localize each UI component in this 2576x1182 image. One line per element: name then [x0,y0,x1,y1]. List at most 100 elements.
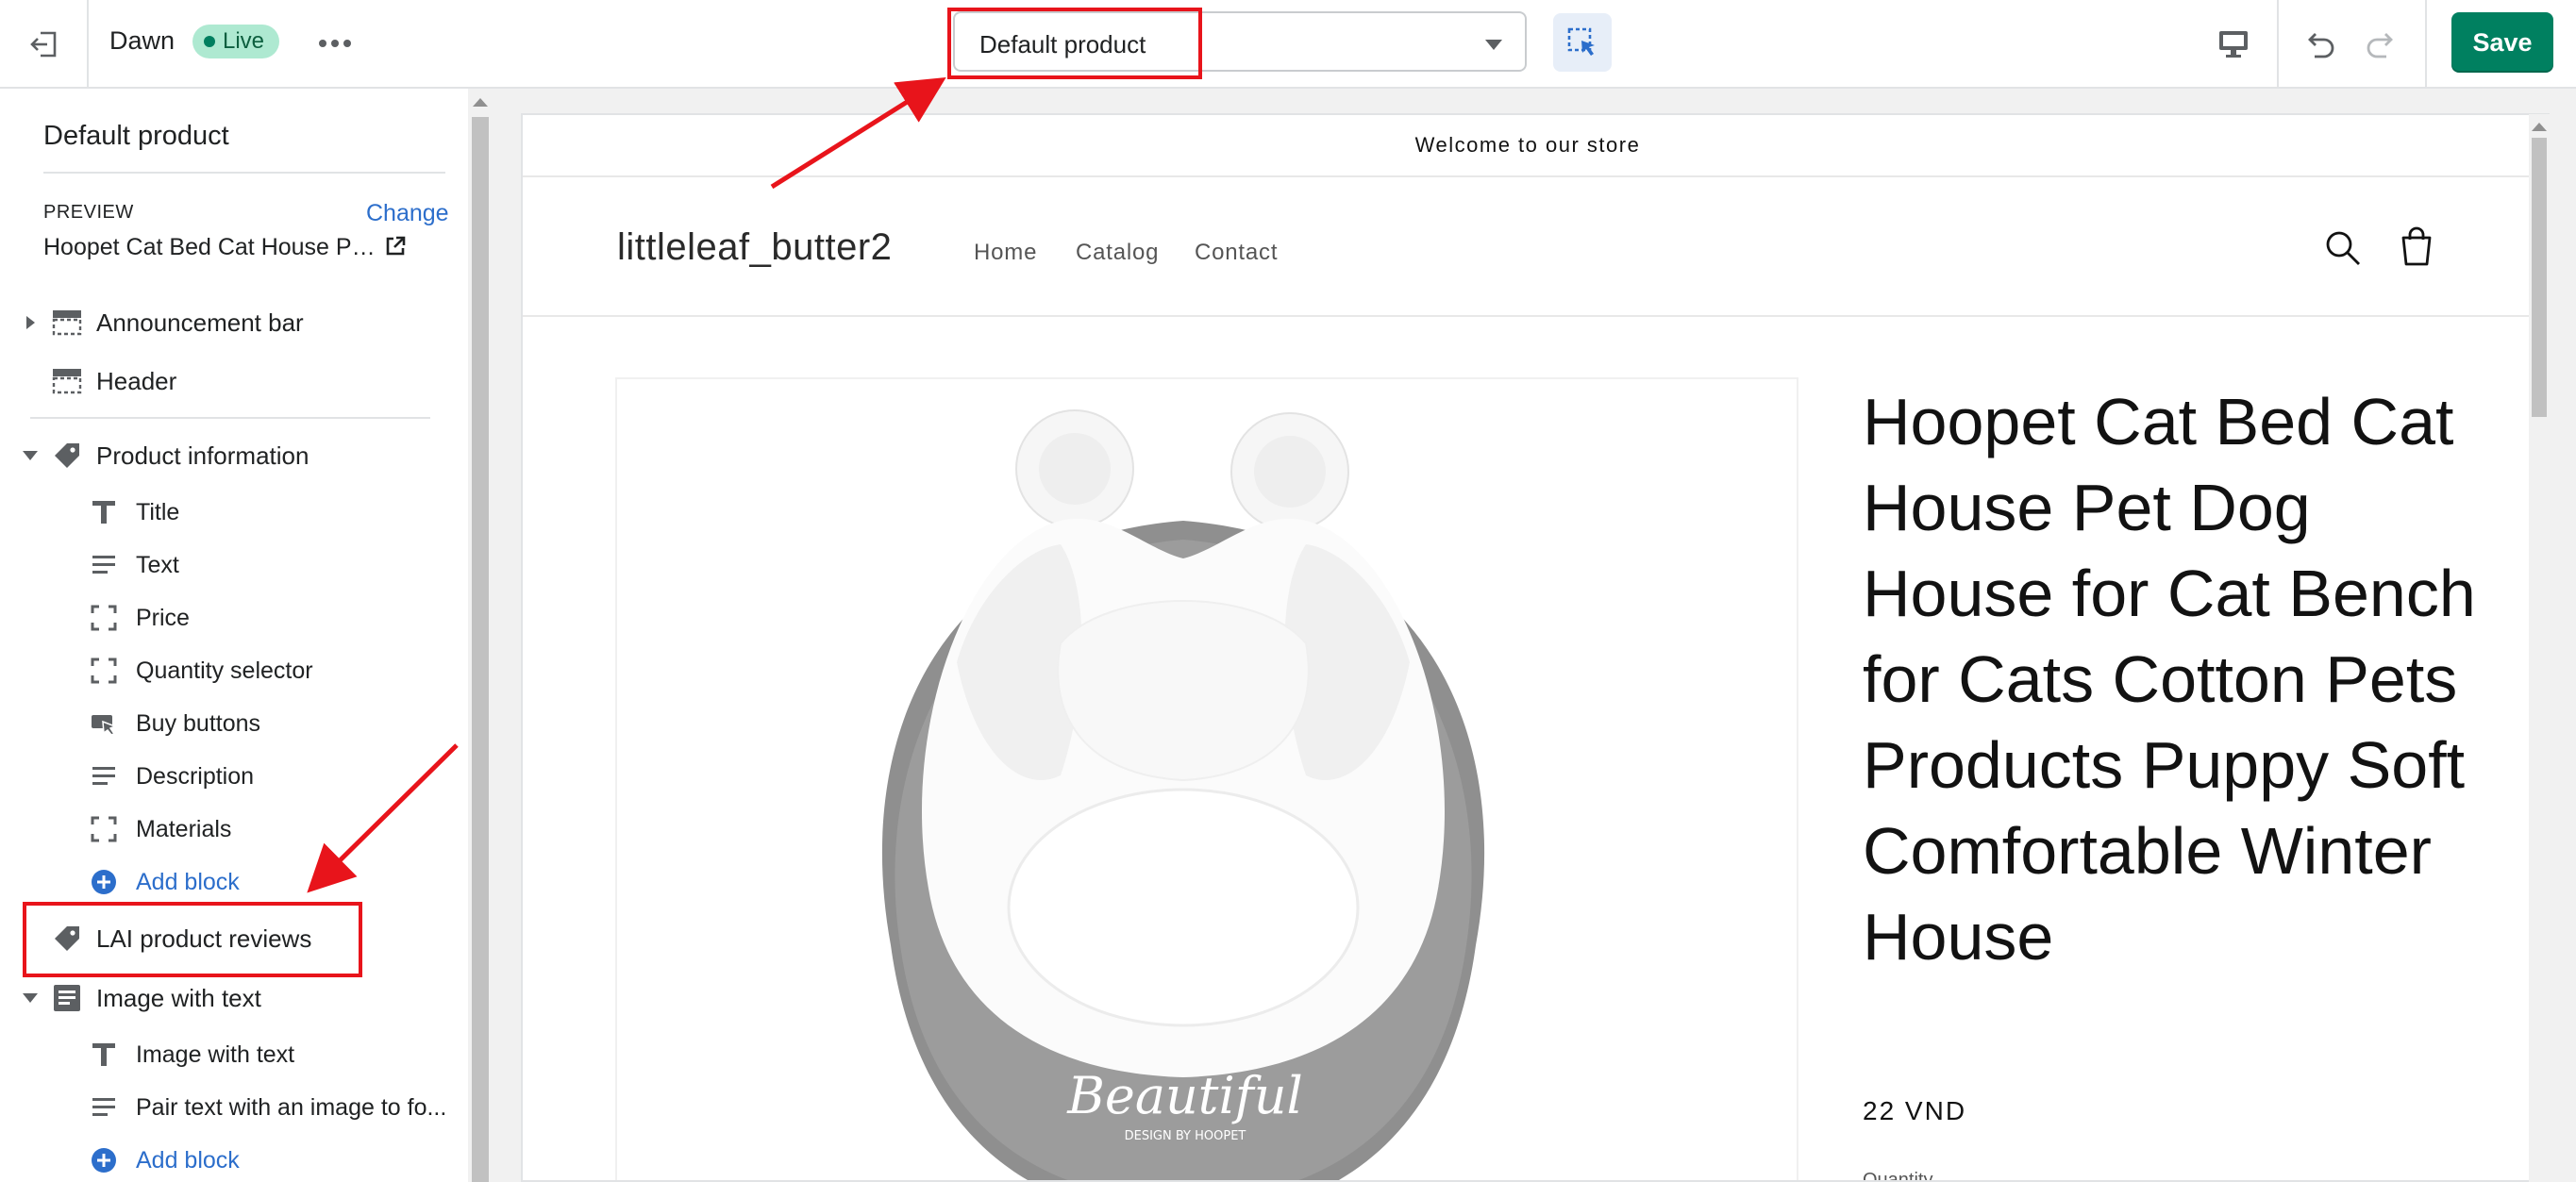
block-label: Image with text [136,1040,295,1068]
block-price[interactable]: Price [0,592,468,643]
store-header: littleleaf_butter2 Home Catalog Contact [523,177,2533,317]
more-dot-icon [319,40,326,47]
topbar-divider [87,0,89,87]
block-label: Title [136,498,180,525]
add-block-label: Add block [136,868,240,895]
redo-icon [2367,33,2393,58]
inspector-button[interactable] [1553,13,1612,72]
chevron-right-icon[interactable] [23,315,38,330]
sidebar-scroll-thumb[interactable] [472,117,489,1182]
add-circle-icon [89,1145,119,1175]
change-preview-link[interactable]: Change [366,200,449,227]
section-label: Image with text [96,983,261,1012]
block-label: Buy buttons [136,709,261,737]
nav-link-home[interactable]: Home [974,240,1037,266]
text-lines-icon [89,761,119,791]
external-link-icon[interactable] [383,234,408,258]
block-label: Price [136,604,190,631]
text-type-icon [89,1040,119,1070]
block-image-with-text-heading[interactable]: Image with text [0,1029,468,1080]
scroll-up-arrow-icon[interactable] [473,98,488,107]
product-image-brand-subtext: DESIGN BY HOOPET [1125,1129,1246,1143]
section-label: Header [96,366,177,395]
add-block-label: Add block [136,1146,240,1174]
nav-link-contact[interactable]: Contact [1195,240,1278,266]
text-lines-icon [89,550,119,580]
announcement-text: Welcome to our store [523,115,2533,177]
search-icon[interactable] [2321,226,2365,270]
highlight-box-lai-reviews [23,902,362,977]
topbar-divider [2277,0,2279,87]
chevron-down-icon [1485,40,1502,50]
inspector-select-icon [1567,27,1595,56]
block-label: Description [136,762,255,790]
preview-scroll-thumb[interactable] [2532,138,2547,417]
topbar-divider [2425,0,2427,87]
product-image-brand-text: Beautiful [1066,1066,1303,1125]
redo-button[interactable] [2353,17,2410,72]
editor-topbar: Dawn Live Default product Save [0,0,2576,89]
section-announcement-bar[interactable]: Announcement bar [0,297,468,348]
section-image-with-text[interactable]: Image with text [0,973,468,1024]
more-dot-icon [331,40,339,47]
section-layout-icon [51,307,83,339]
cart-icon[interactable] [2395,225,2438,270]
image-text-section-icon [51,982,83,1014]
more-dot-icon [343,40,351,47]
block-label: Text [136,551,179,578]
product-price: 22 VND [1863,1096,1967,1125]
product-media[interactable]: Beautiful DESIGN BY HOOPET [615,377,1798,1182]
quantity-label: Quantity [1863,1170,1933,1182]
block-label: Quantity selector [136,657,313,684]
add-block-button[interactable]: Add block [0,857,468,907]
block-image-with-text-body[interactable]: Pair text with an image to fo... [0,1082,468,1133]
exit-button[interactable] [17,17,72,72]
chevron-down-icon[interactable] [23,991,38,1006]
placeholder-frame-icon [89,814,119,844]
live-dot-icon [204,36,215,47]
tag-icon [51,440,83,472]
live-status-badge: Live [192,25,280,58]
block-label: Materials [136,815,232,842]
block-text[interactable]: Text [0,540,468,591]
placeholder-frame-icon [89,603,119,633]
store-name[interactable]: littleleaf_butter2 [617,226,892,269]
text-type-icon [89,497,119,527]
section-label: Product information [96,441,309,470]
block-title[interactable]: Title [0,487,468,538]
sidebar-divider [30,417,430,419]
block-buy-buttons[interactable]: Buy buttons [0,698,468,749]
nav-link-catalog[interactable]: Catalog [1076,240,1159,266]
block-quantity-selector[interactable]: Quantity selector [0,645,468,696]
theme-name: Dawn [109,26,176,55]
section-product-information[interactable]: Product information [0,430,468,481]
preview-label: PREVIEW [43,202,134,223]
undo-icon [2308,33,2334,58]
live-badge-label: Live [223,28,265,54]
buy-button-icon [89,708,119,739]
block-description[interactable]: Description [0,751,468,802]
text-lines-icon [89,1092,119,1123]
exit-icon [30,31,57,58]
highlight-box-template-selector [947,8,1202,79]
product-image[interactable]: Beautiful DESIGN BY HOOPET [617,379,1797,1182]
add-block-button[interactable]: Add block [0,1135,468,1182]
save-button[interactable]: Save [2451,12,2553,73]
sidebar-divider [43,172,445,174]
sidebar-title: Default product [43,121,229,151]
undo-button[interactable] [2291,17,2348,72]
section-header[interactable]: Header [0,356,468,407]
section-label: Announcement bar [96,308,304,337]
block-label: Pair text with an image to fo... [136,1093,447,1121]
desktop-icon [2219,31,2248,58]
scroll-up-arrow-icon[interactable] [2532,123,2547,131]
preview-product-name: Hoopet Cat Bed Cat House Pe... [43,234,383,260]
sections-sidebar: Default product PREVIEW Change Hoopet Ca… [0,89,468,1182]
chevron-down-icon[interactable] [23,448,38,463]
more-actions-button[interactable] [311,21,359,66]
device-preview-button[interactable] [2206,17,2261,72]
section-layout-icon [51,365,83,397]
storefront-preview: Welcome to our store littleleaf_butter2 … [521,113,2550,1182]
product-title: Hoopet Cat Bed Cat House Pet Dog House f… [1863,385,2476,974]
block-materials[interactable]: Materials [0,804,468,855]
